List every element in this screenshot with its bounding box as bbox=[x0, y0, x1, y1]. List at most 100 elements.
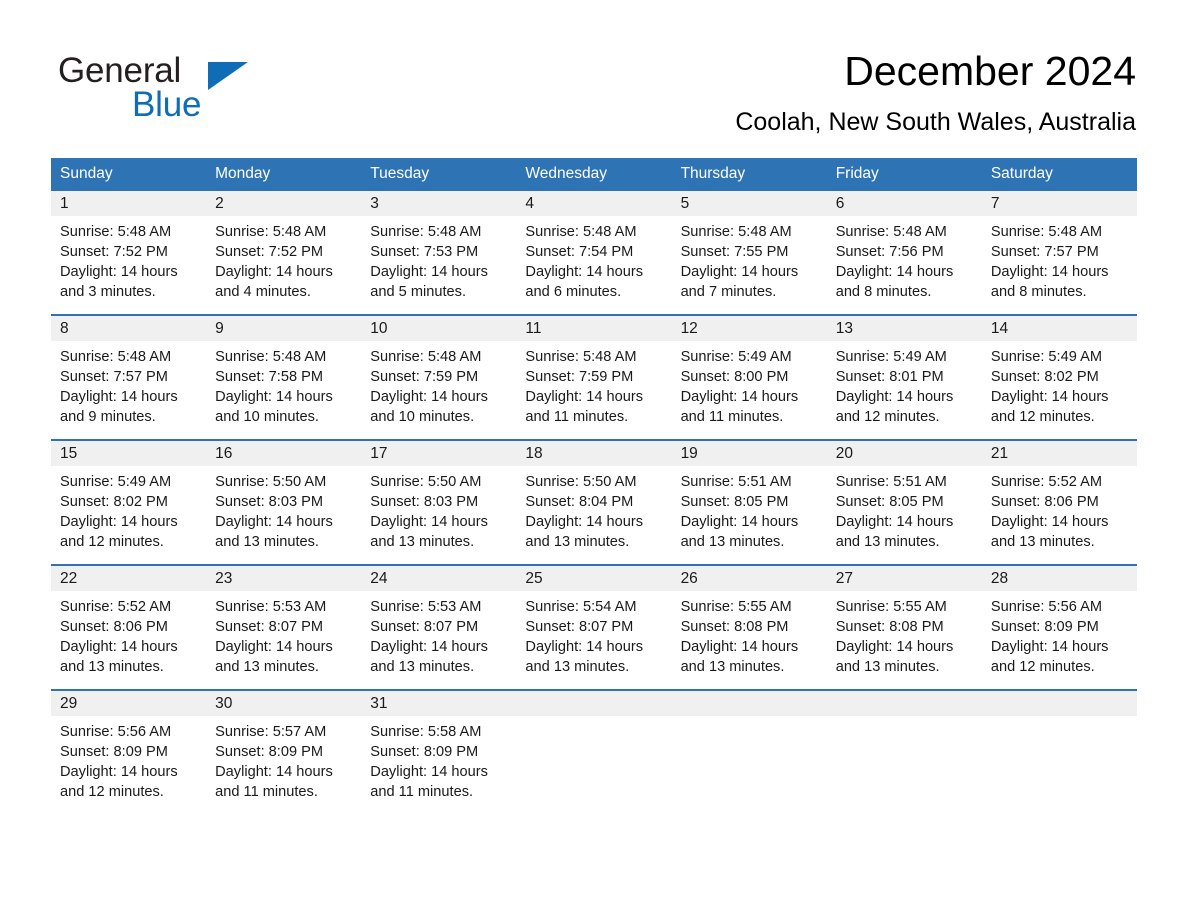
day-details: Sunrise: 5:50 AM Sunset: 8:03 PM Daylight:… bbox=[361, 466, 516, 552]
day-cell[interactable]: 11 Sunrise: 5:48 AM Sunset: 7:59 PM Dayligh… bbox=[516, 314, 672, 440]
sunset-text: Sunset: 8:08 PM bbox=[680, 619, 789, 636]
sunrise-text: Sunrise: 5:48 AM bbox=[370, 349, 482, 365]
daylight-text-line1: Daylight: 14 hours bbox=[60, 639, 178, 656]
sunset-text: Sunset: 7:57 PM bbox=[990, 244, 1099, 261]
daylight-text-line2: and 6 minutes. bbox=[525, 284, 622, 301]
logo-triangle-icon bbox=[208, 62, 248, 90]
sunset-text: Sunset: 7:53 PM bbox=[370, 244, 479, 261]
sunrise-text: Sunrise: 5:58 AM bbox=[370, 724, 482, 740]
day-cell[interactable]: 4 Sunrise: 5:48 AM Sunset: 7:54 PM Daylight… bbox=[516, 191, 672, 315]
logo-text-blue: Blue bbox=[132, 85, 202, 124]
daylight-text-line1: Daylight: 14 hours bbox=[215, 264, 333, 281]
day-cell[interactable]: 21 Sunrise: 5:52 AM Sunset: 8:06 PM Dayligh… bbox=[981, 439, 1137, 565]
day-cell[interactable]: 23 Sunrise: 5:53 AM Sunset: 8:07 PM Dayligh… bbox=[206, 564, 362, 690]
day-number: 9 bbox=[206, 316, 362, 341]
day-cell[interactable]: 17 Sunrise: 5:50 AM Sunset: 8:03 PM Dayligh… bbox=[361, 439, 517, 565]
day-cell[interactable]: 26 Sunrise: 5:55 AM Sunset: 8:08 PM Dayligh… bbox=[671, 564, 827, 690]
day-details: Sunrise: 5:52 AM Sunset: 8:06 PM Daylight:… bbox=[982, 466, 1137, 552]
daylight-text-line1: Daylight: 14 hours bbox=[370, 389, 488, 406]
day-cell[interactable]: 3 Sunrise: 5:48 AM Sunset: 7:53 PM Daylight… bbox=[361, 191, 517, 315]
daylight-text-line2: and 13 minutes. bbox=[835, 534, 940, 551]
sunset-text: Sunset: 8:00 PM bbox=[680, 369, 789, 386]
day-number: 25 bbox=[516, 566, 672, 591]
day-number: 27 bbox=[826, 566, 982, 591]
day-cell[interactable]: 9 Sunrise: 5:48 AM Sunset: 7:58 PM Daylight… bbox=[206, 314, 362, 440]
sunrise-text: Sunrise: 5:48 AM bbox=[60, 349, 172, 365]
day-number: 20 bbox=[826, 441, 982, 466]
daylight-text-line1: Daylight: 14 hours bbox=[525, 264, 644, 281]
day-cell[interactable]: 27 Sunrise: 5:55 AM Sunset: 8:08 PM Dayligh… bbox=[826, 564, 982, 690]
day-cell[interactable]: 2 Sunrise: 5:48 AM Sunset: 7:52 PM Daylight… bbox=[206, 191, 362, 315]
day-details: Sunrise: 5:55 AM Sunset: 8:08 PM Daylight:… bbox=[672, 591, 827, 677]
day-number: 1 bbox=[51, 191, 207, 216]
day-number: 3 bbox=[361, 191, 517, 216]
empty-day-cell bbox=[981, 689, 1137, 814]
sunrise-text: Sunrise: 5:51 AM bbox=[835, 474, 947, 490]
day-details: Sunrise: 5:57 AM Sunset: 8:09 PM Daylight:… bbox=[206, 716, 361, 802]
daylight-text-line1: Daylight: 14 hours bbox=[990, 264, 1109, 281]
daylight-text-line2: and 13 minutes. bbox=[680, 534, 785, 551]
day-header-tuesday: Tuesday bbox=[361, 158, 517, 191]
calendar-week-row: 8 Sunrise: 5:48 AM Sunset: 7:57 PM Daylight… bbox=[51, 314, 1137, 440]
day-number: 31 bbox=[361, 691, 517, 716]
day-details: Sunrise: 5:48 AM Sunset: 7:57 PM Daylight:… bbox=[51, 341, 206, 427]
day-cell[interactable]: 15 Sunrise: 5:49 AM Sunset: 8:02 PM Dayligh… bbox=[51, 439, 207, 565]
day-cell[interactable]: 20 Sunrise: 5:51 AM Sunset: 8:05 PM Dayligh… bbox=[826, 439, 982, 565]
day-cell[interactable]: 13 Sunrise: 5:49 AM Sunset: 8:01 PM Dayligh… bbox=[826, 314, 982, 440]
day-details: Sunrise: 5:48 AM Sunset: 7:59 PM Daylight:… bbox=[361, 341, 516, 427]
day-cell[interactable]: 16 Sunrise: 5:50 AM Sunset: 8:03 PM Dayligh… bbox=[206, 439, 362, 565]
daylight-text-line1: Daylight: 14 hours bbox=[525, 514, 644, 531]
day-details: Sunrise: 5:52 AM Sunset: 8:06 PM Daylight:… bbox=[51, 591, 206, 677]
daylight-text-line2: and 7 minutes. bbox=[680, 284, 777, 301]
day-cell[interactable]: 25 Sunrise: 5:54 AM Sunset: 8:07 PM Dayligh… bbox=[516, 564, 672, 690]
day-cell[interactable]: 14 Sunrise: 5:49 AM Sunset: 8:02 PM Dayligh… bbox=[981, 314, 1137, 440]
day-cell[interactable]: 6 Sunrise: 5:48 AM Sunset: 7:56 PM Daylight… bbox=[826, 191, 982, 315]
day-cell[interactable]: 22 Sunrise: 5:52 AM Sunset: 8:06 PM Dayligh… bbox=[51, 564, 207, 690]
day-header-monday: Monday bbox=[206, 158, 362, 191]
day-number: 24 bbox=[361, 566, 517, 591]
sunset-text: Sunset: 8:09 PM bbox=[990, 619, 1099, 636]
daylight-text-line2: and 11 minutes. bbox=[680, 409, 784, 426]
daylight-text-line2: and 12 minutes. bbox=[835, 409, 940, 426]
day-cell[interactable]: 8 Sunrise: 5:48 AM Sunset: 7:57 PM Daylight… bbox=[51, 314, 207, 440]
day-cell[interactable]: 28 Sunrise: 5:56 AM Sunset: 8:09 PM Dayligh… bbox=[981, 564, 1137, 690]
sunrise-text: Sunrise: 5:57 AM bbox=[215, 724, 327, 740]
daylight-text-line2: and 13 minutes. bbox=[990, 534, 1095, 551]
day-details: Sunrise: 5:48 AM Sunset: 7:57 PM Daylight:… bbox=[982, 216, 1137, 302]
sunset-text: Sunset: 8:05 PM bbox=[835, 494, 944, 511]
day-cell[interactable]: 5 Sunrise: 5:48 AM Sunset: 7:55 PM Daylight… bbox=[671, 191, 827, 315]
day-cell[interactable]: 18 Sunrise: 5:50 AM Sunset: 8:04 PM Dayligh… bbox=[516, 439, 672, 565]
sunset-text: Sunset: 8:03 PM bbox=[370, 494, 479, 511]
day-number bbox=[981, 691, 1137, 716]
sunset-text: Sunset: 8:09 PM bbox=[370, 744, 479, 761]
day-details: Sunrise: 5:49 AM Sunset: 8:00 PM Daylight:… bbox=[672, 341, 827, 427]
day-cell[interactable]: 30 Sunrise: 5:57 AM Sunset: 8:09 PM Dayligh… bbox=[206, 689, 362, 814]
day-cell[interactable]: 29 Sunrise: 5:56 AM Sunset: 8:09 PM Dayligh… bbox=[51, 689, 207, 814]
sunset-text: Sunset: 7:56 PM bbox=[835, 244, 944, 261]
daylight-text-line2: and 11 minutes. bbox=[215, 784, 318, 801]
daylight-text-line2: and 13 minutes. bbox=[525, 659, 630, 676]
day-cell[interactable]: 1 Sunrise: 5:48 AM Sunset: 7:52 PM Daylight… bbox=[51, 191, 207, 315]
day-cell[interactable]: 10 Sunrise: 5:48 AM Sunset: 7:59 PM Dayligh… bbox=[361, 314, 517, 440]
day-cell[interactable]: 7 Sunrise: 5:48 AM Sunset: 7:57 PM Daylight… bbox=[981, 191, 1137, 315]
sunrise-text: Sunrise: 5:51 AM bbox=[680, 474, 792, 490]
day-number: 8 bbox=[51, 316, 207, 341]
day-header-sunday: Sunday bbox=[51, 158, 207, 191]
daylight-text-line2: and 13 minutes. bbox=[525, 534, 630, 551]
day-number bbox=[671, 691, 827, 716]
daylight-text-line1: Daylight: 14 hours bbox=[990, 639, 1109, 656]
daylight-text-line2: and 12 minutes. bbox=[990, 659, 1095, 676]
generalblue-logo[interactable]: General Blue bbox=[58, 52, 318, 130]
day-cell[interactable]: 24 Sunrise: 5:53 AM Sunset: 8:07 PM Dayligh… bbox=[361, 564, 517, 690]
day-details: Sunrise: 5:48 AM Sunset: 7:56 PM Daylight:… bbox=[827, 216, 982, 302]
day-cell[interactable]: 19 Sunrise: 5:51 AM Sunset: 8:05 PM Dayligh… bbox=[671, 439, 827, 565]
daylight-text-line1: Daylight: 14 hours bbox=[215, 639, 333, 656]
day-number: 17 bbox=[361, 441, 517, 466]
calendar-week-row: 1 Sunrise: 5:48 AM Sunset: 7:52 PM Daylight… bbox=[51, 191, 1137, 315]
day-cell[interactable]: 31 Sunrise: 5:58 AM Sunset: 8:09 PM Dayligh… bbox=[361, 689, 517, 814]
sunrise-text: Sunrise: 5:48 AM bbox=[215, 224, 327, 240]
sunset-text: Sunset: 7:59 PM bbox=[525, 369, 634, 386]
day-details: Sunrise: 5:56 AM Sunset: 8:09 PM Daylight:… bbox=[982, 591, 1137, 677]
day-details: Sunrise: 5:53 AM Sunset: 8:07 PM Daylight:… bbox=[206, 591, 361, 677]
day-cell[interactable]: 12 Sunrise: 5:49 AM Sunset: 8:00 PM Dayligh… bbox=[671, 314, 827, 440]
